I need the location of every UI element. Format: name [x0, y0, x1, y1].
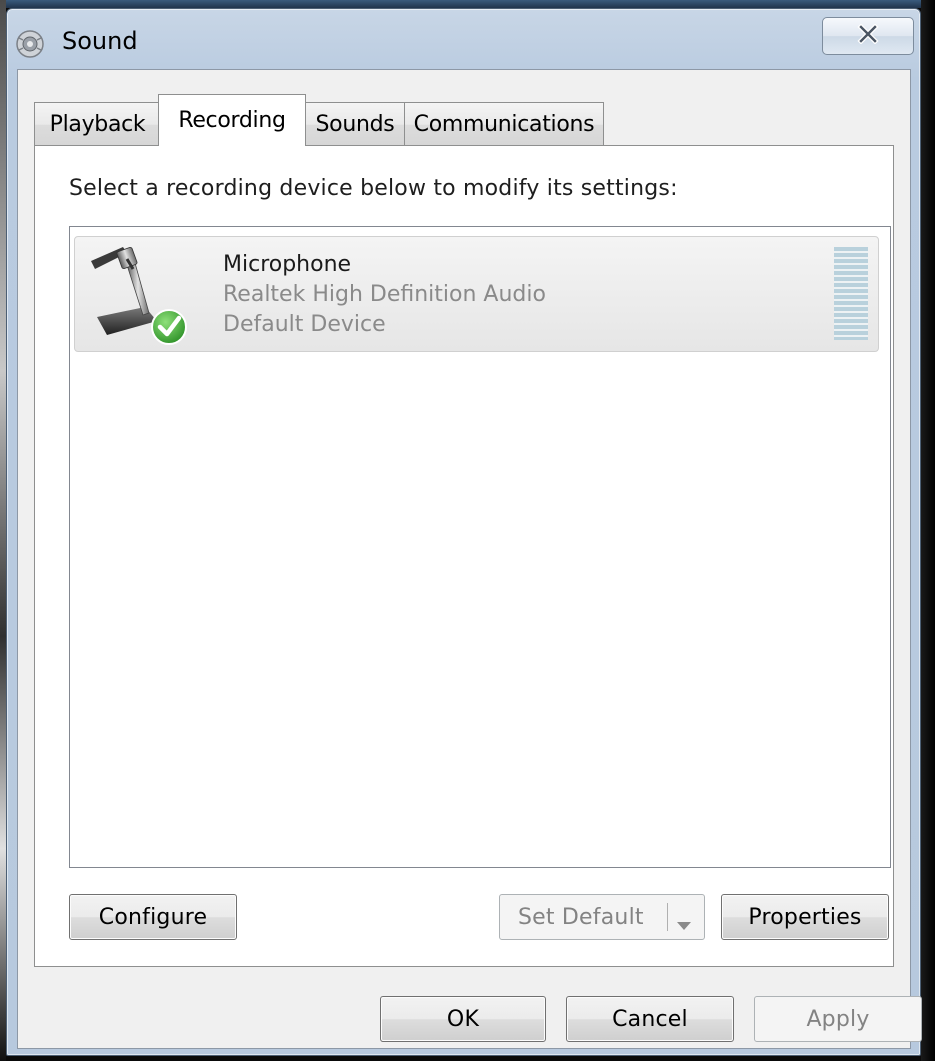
dialog-client-area: Playback Recording Sounds Communications… [17, 69, 922, 1049]
chevron-down-icon[interactable] [676, 912, 692, 937]
split-button-divider [667, 903, 668, 931]
cancel-button[interactable]: Cancel [566, 996, 734, 1042]
properties-button[interactable]: Properties [721, 894, 889, 940]
device-status: Default Device [223, 312, 386, 337]
device-driver: Realtek High Definition Audio [223, 282, 546, 307]
microphone-icon [83, 239, 201, 349]
list-item[interactable]: Microphone Realtek High Definition Audio… [74, 236, 879, 352]
tab-playback[interactable]: Playback [34, 102, 161, 146]
set-default-label: Set Default [518, 904, 644, 930]
tab-communications[interactable]: Communications [404, 102, 604, 146]
ok-button[interactable]: OK [380, 996, 546, 1042]
speaker-icon [15, 29, 45, 59]
configure-button[interactable]: Configure [69, 894, 237, 940]
window-title: Sound [62, 27, 138, 55]
instruction-text: Select a recording device below to modif… [69, 176, 678, 201]
desktop-background-top [0, 0, 935, 8]
device-name: Microphone [223, 252, 352, 277]
device-list[interactable]: Microphone Realtek High Definition Audio… [69, 226, 891, 868]
tab-sounds[interactable]: Sounds [304, 102, 406, 146]
level-meter [834, 247, 868, 340]
recording-tab-page: Select a recording device below to modif… [34, 145, 894, 967]
apply-button[interactable]: Apply [754, 996, 922, 1042]
close-icon [855, 23, 881, 48]
desktop-background-right [921, 0, 935, 1061]
sound-dialog: Sound Playback Recording Sounds Communic… [6, 8, 922, 1056]
tab-recording[interactable]: Recording [158, 94, 306, 146]
set-default-button[interactable]: Set Default [499, 894, 705, 940]
close-button[interactable] [822, 17, 914, 55]
